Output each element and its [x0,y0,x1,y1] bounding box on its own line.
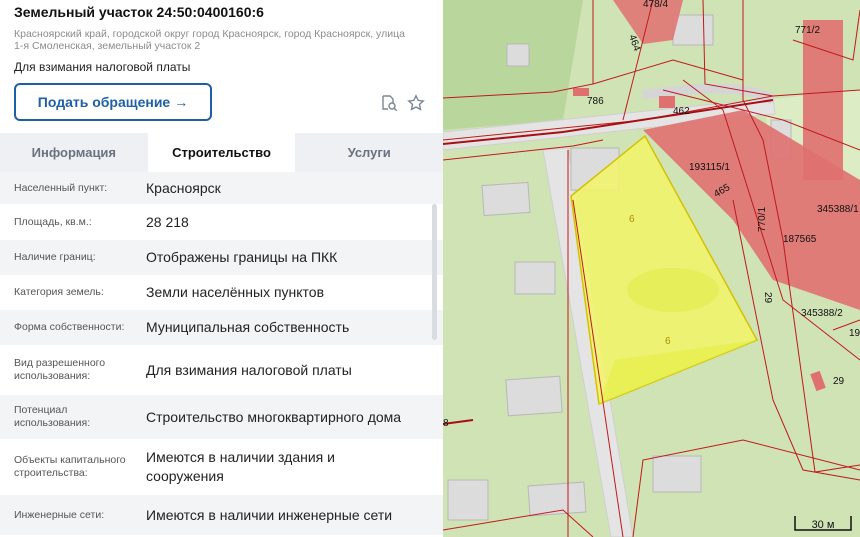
property-row: Форма собственности: Муниципальная собст… [0,310,443,345]
property-row: Объекты капитального строительства: Имею… [0,439,443,495]
property-label: Населенный пункт: [14,181,108,194]
map-label: 770/1 [757,207,768,232]
property-row: Потенциал использования: Строительство м… [0,395,443,439]
property-row: Наличие границ: Отображены границы на ПК… [0,240,443,275]
map-label: 478/4 [643,0,668,10]
property-label: Форма собственности: [14,321,125,333]
map-label: 345388/1 [817,204,859,215]
star-icon[interactable] [407,94,425,112]
tab-bar: Информация Строительство Услуги [0,133,443,172]
map-label: 29 [833,376,845,387]
info-panel: Земельный участок 24:50:0400160:6 Красно… [0,0,443,537]
property-value: Муниципальная собственность [146,319,350,335]
map-label: 786 [587,96,604,107]
property-value: Для взимания налоговой платы [146,361,352,378]
address-text: Красноярский край, городской округ город… [14,28,405,52]
map-label: 193115/1 [689,162,730,173]
property-label: Площадь, кв.м.: [14,215,92,228]
property-value: Строительство многоквартирного дома [146,408,402,425]
cadastral-map[interactable]: 478/4 464 771/2 786 462 193115/1 465 6 6… [443,0,860,537]
properties-list: Населенный пункт: Красноярск Площадь, кв… [0,172,443,535]
property-label: Инженерные сети: [14,508,105,521]
property-label: Категория земель: [14,286,104,298]
property-value: Красноярск [146,179,221,196]
tab-services[interactable]: Услуги [295,133,443,172]
property-value: Отображены границы на ПКК [146,249,338,265]
property-value: Земли населённых пунктов [146,284,325,300]
search-document-icon[interactable] [380,94,398,112]
property-label: Наличие границ: [14,251,96,263]
map-label: 771/2 [795,25,820,36]
purpose-text: Для взимания налоговой платы [14,60,191,74]
property-row: Инженерные сети: Имеются в наличии инжен… [0,495,443,535]
map-label: 29 [762,292,773,304]
map-label: 6 [665,336,671,347]
tab-info[interactable]: Информация [0,133,148,172]
page-title: Земельный участок 24:50:0400160:6 [14,4,264,20]
property-row: Вид разрешенного использования: Для взим… [0,345,443,395]
property-label: Объекты капитального строительства: [14,454,126,479]
map-scale: 30 м [793,510,853,532]
map-canvas: 478/4 464 771/2 786 462 193115/1 465 6 6… [443,0,860,537]
property-value: Имеются в наличии здания и сооружения [146,449,335,484]
map-label: 187565 [783,234,817,245]
property-row: Площадь, кв.м.: 28 218 [0,204,443,240]
map-label: 345388/2 [801,308,843,319]
property-label: Потенциал использования: [14,404,91,429]
map-label: 19 [849,328,860,339]
property-label: Вид разрешенного использования: [14,357,106,382]
arrow-right-icon: → [174,94,189,110]
map-label: 6 [629,214,635,225]
property-row: Категория земель: Земли населённых пункт… [0,275,443,310]
map-label: 8 [443,418,449,429]
property-value: 28 218 [146,213,189,230]
map-label: 462 [673,106,690,117]
property-value: Имеются в наличии инженерные сети [146,506,393,523]
scale-label: 30 м [811,519,835,531]
submit-appeal-button[interactable]: Подать обращение → [14,83,212,121]
property-row: Населенный пункт: Красноярск [0,172,443,204]
tab-construction[interactable]: Строительство [147,133,296,172]
scrollbar[interactable] [432,204,437,340]
submit-appeal-label: Подать обращение [37,94,171,110]
